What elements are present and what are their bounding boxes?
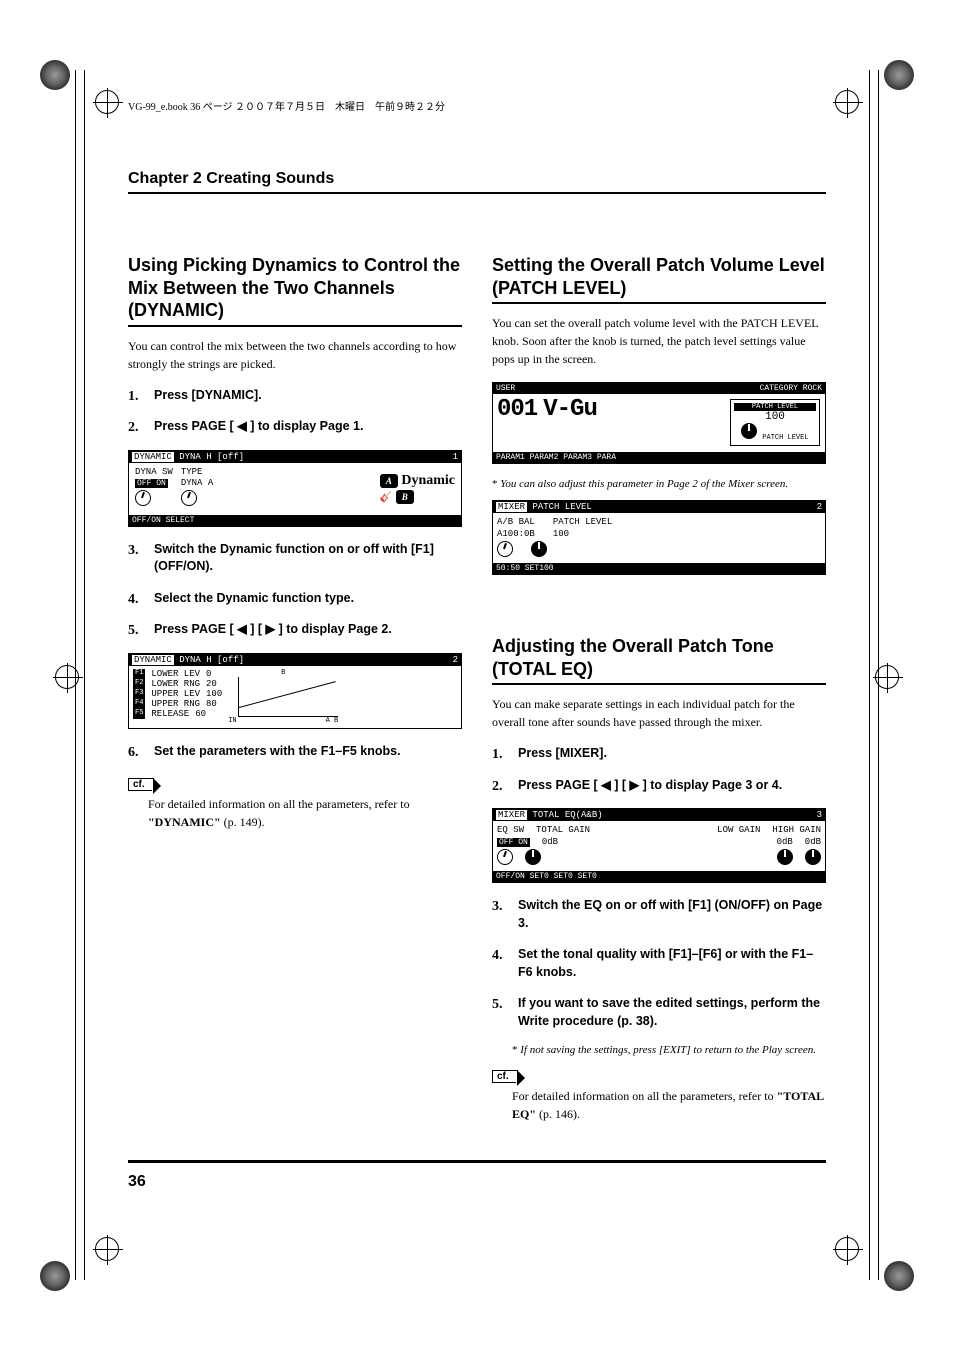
book-meta-header: VG-99_e.book 36 ページ ２００７年７月５日 木曜日 午前９時２２… (128, 98, 445, 113)
section-title-dynamic: Using Picking Dynamics to Control the Mi… (128, 254, 462, 327)
lcd-row: F3UPPER LEV100 (133, 689, 222, 699)
registration-mark-icon (835, 90, 859, 114)
crop-mark-tl (40, 60, 70, 90)
knob-icon (741, 423, 757, 439)
section-title-patch-level: Setting the Overall Patch Volume Level (… (492, 254, 826, 304)
lcd-footer: PARAM1 PARAM2 PARAM3 PARA (493, 452, 825, 463)
lcd-row: F1LOWER LEV0 (133, 669, 222, 679)
cf-tag-icon: cf. (128, 778, 154, 791)
step-2: Press PAGE [ ◀ ] to display Page 1. (128, 418, 462, 436)
lcd-value: 0dB (542, 837, 558, 847)
step-2: Press PAGE [ ◀ ] [ ▶ ] to display Page 3… (492, 777, 826, 795)
lcd-label: LOW GAIN (717, 825, 760, 835)
badge-a-icon: A (380, 474, 398, 488)
cf-tag-icon: cf. (492, 1070, 518, 1083)
step-4: Select the Dynamic function type. (128, 590, 462, 608)
trim-line (878, 70, 879, 1280)
knob-icon (805, 849, 821, 865)
lcd-label: HIGH GAIN (772, 825, 821, 835)
patch-level-popup: PATCH LEVEL 100 PATCH LEVEL (730, 399, 820, 446)
patch-number: 001 (497, 396, 537, 423)
knob-icon (497, 849, 513, 865)
section-intro: You can make separate settings in each i… (492, 695, 826, 731)
knob-icon (497, 541, 513, 557)
lcd-screenshot-dynamic-page1: DYNAMIC DYNA H [off] 1 DYNA SW OFF ON TY… (128, 450, 462, 527)
step-4: Set the tonal quality with [F1]–[F6] or … (492, 946, 826, 981)
trim-line (84, 70, 85, 1280)
lcd-screenshot-dynamic-page2: DYNAMIC DYNA H [off] 2 F1LOWER LEV0 F2LO… (128, 653, 462, 729)
trim-line (75, 70, 76, 1280)
knob-icon (777, 849, 793, 865)
lcd-screenshot-mixer-patch-level: MIXER PATCH LEVEL 2 A/B BAL PATCH LEVEL … (492, 500, 826, 575)
lcd-value: DYNA A (181, 478, 213, 490)
lcd-label: EQ SW (497, 825, 524, 835)
lcd-footer: OFF/ON SELECT (129, 515, 461, 526)
lcd-row: F4UPPER RNG80 (133, 699, 222, 709)
lcd-screenshot-patch-level: USER CATEGORY ROCK 001 V-Gu PATCH LEVEL … (492, 382, 826, 464)
knob-icon (181, 490, 197, 506)
dynamic-graph (238, 677, 338, 717)
section-title-total-eq: Adjusting the Overall Patch Tone (TOTAL … (492, 635, 826, 685)
trim-line (869, 70, 870, 1280)
lcd-value: A100:0B (497, 529, 535, 539)
step-1: Press [DYNAMIC]. (128, 387, 462, 405)
left-column: Using Picking Dynamics to Control the Mi… (128, 254, 462, 1139)
lcd-label: PATCH LEVEL (553, 517, 612, 527)
crop-mark-br (884, 1261, 914, 1291)
dynamic-label: Dynamic (401, 473, 455, 488)
badge-b-icon: B (396, 490, 414, 504)
patch-name: V-Gu (543, 396, 597, 423)
section-intro: You can control the mix between the two … (128, 337, 462, 373)
step-5: Press PAGE [ ◀ ] [ ▶ ] to display Page 2… (128, 621, 462, 639)
cf-text: For detailed information on all the para… (512, 1087, 826, 1123)
lcd-value: OFF ON (135, 479, 168, 488)
right-column: Setting the Overall Patch Volume Level (… (492, 254, 826, 1139)
registration-mark-icon (95, 90, 119, 114)
knob-icon (525, 849, 541, 865)
lcd-label: TYPE (181, 467, 213, 479)
lcd-footer: OFF/ON SET0 SET0 SET0 (493, 871, 825, 882)
step-3: Switch the EQ on or off with [F1] (ON/OF… (492, 897, 826, 932)
chapter-title: Chapter 2 Creating Sounds (128, 170, 826, 194)
page-number: 36 (128, 1173, 826, 1191)
registration-mark-icon (95, 1237, 119, 1261)
step-6: Set the parameters with the F1–F5 knobs. (128, 743, 462, 761)
crop-mark-tr (884, 60, 914, 90)
footnote: You can also adjust this parameter in Pa… (492, 478, 826, 490)
step-5: If you want to save the edited settings,… (492, 995, 826, 1030)
step-1: Press [MIXER]. (492, 745, 826, 763)
lcd-row: F5RELEASE60 (133, 709, 222, 719)
lcd-value: 0dB (777, 837, 793, 847)
knob-icon (135, 490, 151, 506)
lcd-value: 0dB (805, 837, 821, 847)
cf-text: For detailed information on all the para… (148, 795, 462, 831)
lcd-label: DYNA SW (135, 467, 173, 479)
crop-mark-bl (40, 1261, 70, 1291)
knob-icon (531, 541, 547, 557)
section-intro: You can set the overall patch volume lev… (492, 314, 826, 368)
lcd-footer: 50:50 SET100 (493, 563, 825, 574)
footnote: If not saving the settings, press [EXIT]… (512, 1044, 826, 1056)
lcd-value: 100 (553, 529, 569, 539)
step-3: Switch the Dynamic function on or off wi… (128, 541, 462, 576)
page-footer: 36 (128, 1160, 826, 1191)
lcd-label: TOTAL GAIN (536, 825, 590, 835)
registration-mark-icon (835, 1237, 859, 1261)
lcd-screenshot-total-eq: MIXER TOTAL EQ(A&B) 3 EQ SW TOTAL GAIN L… (492, 808, 826, 883)
lcd-row: F2LOWER RNG20 (133, 679, 222, 689)
lcd-label: A/B BAL (497, 517, 535, 527)
